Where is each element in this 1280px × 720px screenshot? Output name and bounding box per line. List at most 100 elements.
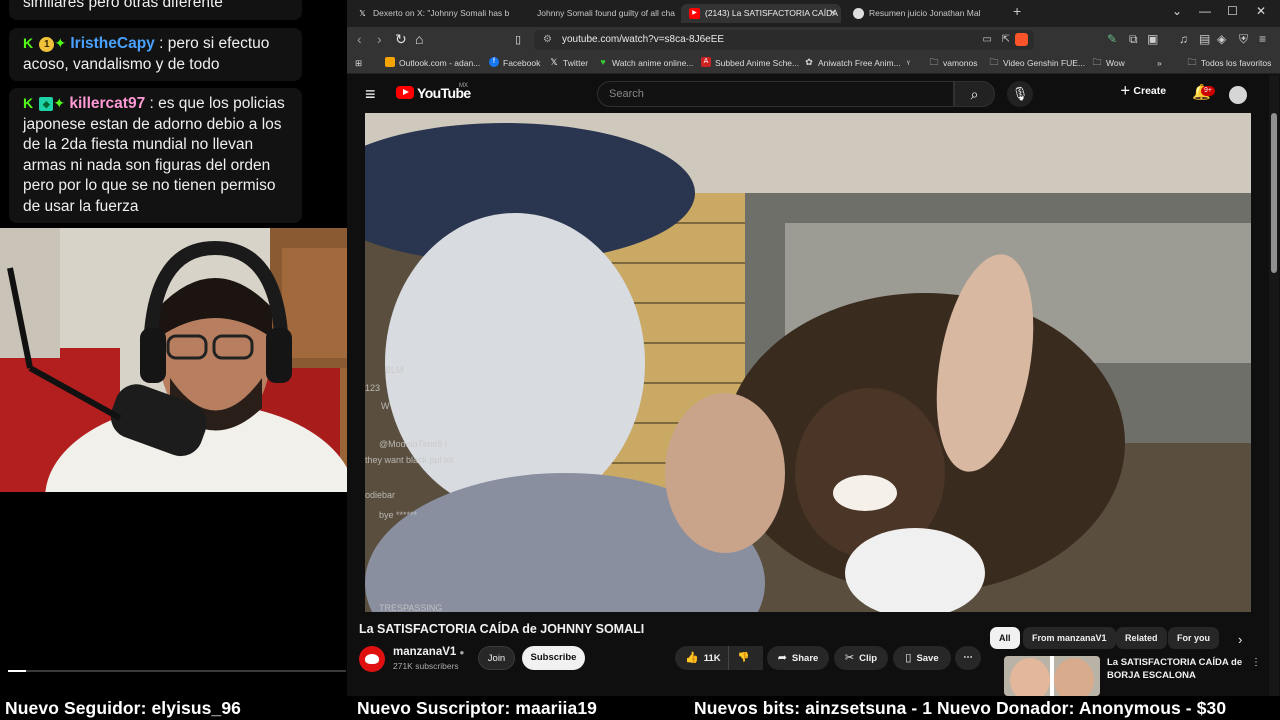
spark-badge-icon: ✦	[53, 95, 66, 111]
bookmark-facebook[interactable]: f Facebook	[489, 56, 540, 70]
create-button[interactable]: ＋ Create	[1120, 83, 1166, 98]
address-bar-row: ‹ › ↻ ⌂ ▯ ⚙ youtube.com/watch?v=s8ca-8J6…	[347, 27, 1280, 53]
bookmark-folder-genshin[interactable]: 🗀 Video Genshin FUE...	[989, 56, 1085, 70]
overlay-chat-line: bye ******	[379, 510, 418, 520]
back-icon[interactable]: ‹	[357, 31, 362, 47]
brave-shield-icon[interactable]	[1015, 33, 1028, 46]
chip-for-you[interactable]: For you	[1168, 627, 1219, 649]
forward-icon[interactable]: ›	[377, 31, 382, 47]
channel-avatar[interactable]	[359, 646, 385, 672]
related-video-title[interactable]: La SATISFACTORIA CAÍDA de BORJA ESCALONA	[1107, 656, 1247, 682]
kick-badge-icon: K	[23, 95, 34, 111]
scrollbar-thumb[interactable]	[1271, 113, 1277, 273]
more-vert-icon[interactable]: ⋮	[1251, 657, 1261, 668]
url-field[interactable]: ⚙ youtube.com/watch?v=s8ca-8J6eEE ▭ ⇱	[534, 30, 1034, 50]
aniwatch-icon: ✿	[805, 57, 813, 67]
more-actions-icon[interactable]: ⋯	[955, 646, 981, 670]
share-icon: ➦	[777, 652, 787, 664]
overlay-chat-line: they want black ppl lol	[365, 455, 453, 465]
screen: similares pero otras diferente K 1 ✦ Iris…	[0, 0, 1280, 720]
search-icon[interactable]: ⌕	[954, 81, 995, 107]
maximize-icon[interactable]: ☐	[1227, 4, 1238, 18]
bookmark-twitter[interactable]: 𝕏 Twitter	[549, 56, 588, 70]
overlay-chat-line: TRESPASSING	[379, 603, 442, 612]
chip-all[interactable]: All	[990, 627, 1020, 649]
vpn-icon[interactable]: ⛨	[1239, 32, 1248, 47]
chat-message-text: : es que los policias japonese estan de …	[23, 95, 285, 215]
ticker-new-donor: Nuevo Donador: Anonymous - $30	[937, 698, 1227, 718]
more-bookmarks-icon[interactable]: »	[1157, 56, 1162, 70]
anime-schedule-icon: A	[701, 57, 711, 67]
globe-icon	[853, 8, 864, 19]
bookmark-folder-wow[interactable]: 🗀 Wow	[1092, 56, 1124, 70]
thumbs-up-icon: 👍	[685, 652, 699, 664]
spark-badge-icon: ✦	[54, 35, 67, 51]
bookmark-outlook[interactable]: Outlook.com - adan...	[385, 56, 480, 70]
chip-related[interactable]: Related	[1116, 627, 1167, 649]
thumbs-down-icon: 👎	[737, 652, 750, 663]
bookmark-folder-vamonos[interactable]: 🗀 vamonos	[929, 56, 977, 70]
bookmark-subbed-anime[interactable]: A Subbed Anime Sche...	[701, 56, 799, 70]
media-icon[interactable]: ♫	[1179, 32, 1188, 46]
bookmark-misc-icon[interactable]: ᵞ	[907, 56, 910, 70]
heart-icon: ♥	[600, 57, 606, 67]
stream-overlay-bottom	[0, 492, 347, 696]
all-bookmarks[interactable]: 🗀 Todos los favoritos	[1187, 56, 1271, 70]
chat-username[interactable]: killercat97	[69, 95, 145, 112]
channel-name[interactable]: manzanaV1 ●	[393, 646, 464, 658]
extension-leaf-icon[interactable]: ✎	[1107, 32, 1117, 46]
gem-badge-icon: ◆	[39, 97, 54, 111]
share-page-icon[interactable]: ⇱	[1002, 30, 1010, 50]
close-tab-icon[interactable]: ✕	[829, 4, 837, 23]
search-input[interactable]: Search	[597, 81, 954, 107]
tab-youtube-active[interactable]: ▶ (2143) La SATISFACTORIA CAÍDA ✕	[681, 4, 841, 23]
kick-badge-icon: K	[23, 35, 34, 51]
region-code: MX	[459, 83, 468, 89]
account-avatar[interactable]	[1229, 86, 1247, 104]
chevron-right-icon[interactable]: ›	[1238, 632, 1242, 647]
tab-johnny-somali-news[interactable]: Johnny Somali found guilty of all cha	[513, 4, 681, 23]
rewards-icon[interactable]: ◈	[1217, 32, 1226, 46]
ticker-new-bits: Nuevos bits: ainzsetsuna - 1	[694, 698, 933, 718]
overlay-chat-line: odiebar	[365, 490, 395, 500]
subscribe-button[interactable]: Subscribe	[522, 646, 585, 670]
related-video-thumbnail[interactable]	[1004, 656, 1100, 696]
site-info-icon: ⚙	[543, 34, 552, 45]
save-button[interactable]: ▯ Save	[893, 646, 951, 670]
reload-icon[interactable]: ↻	[395, 31, 407, 48]
tab-search-icon[interactable]: ⌄	[1172, 4, 1182, 18]
ticker-new-subscriber: Nuevo Suscriptor: maariia19	[357, 698, 598, 718]
install-app-icon[interactable]: ▭	[983, 30, 992, 50]
extensions-icon[interactable]: ⧉	[1129, 32, 1138, 47]
chip-from-channel[interactable]: From manzanaV1	[1023, 627, 1116, 649]
guide-menu-icon[interactable]: ≡	[365, 84, 376, 105]
bookmark-watch-anime[interactable]: ♥ Watch anime online...	[598, 56, 693, 70]
bookmark-page-icon[interactable]: ▯	[515, 33, 521, 46]
x-icon: 𝕏	[359, 9, 366, 18]
dislike-button[interactable]: 👎	[728, 646, 758, 670]
outlook-icon	[385, 57, 395, 67]
webcam-feed	[0, 228, 356, 492]
tab-resumen-juicio[interactable]: Resumen juicio Jonathan Mal	[845, 4, 1005, 23]
clip-button[interactable]: ✂ Clip	[834, 646, 888, 670]
scissors-icon: ✂	[844, 652, 855, 664]
join-button[interactable]: Join	[478, 646, 515, 670]
video-player[interactable]: BLM 123 W @ModeloTime8 i they want black…	[365, 113, 1251, 612]
close-window-icon[interactable]: ✕	[1256, 4, 1266, 18]
youtube-logo-icon[interactable]	[396, 86, 414, 99]
home-icon[interactable]: ⌂	[415, 31, 423, 47]
chat-username[interactable]: IristheCapy	[70, 35, 154, 52]
menu-icon[interactable]: ≡	[1259, 32, 1266, 46]
tab-dexerto[interactable]: 𝕏 Dexerto on X: "Johnny Somali has be	[349, 4, 509, 23]
subscriber-count: 271K subscribers	[393, 661, 459, 671]
new-tab-icon[interactable]: +	[1013, 3, 1021, 19]
minimize-icon[interactable]: —	[1199, 4, 1211, 18]
share-button[interactable]: ➦ Share	[767, 646, 829, 670]
wallet-icon[interactable]: ▤	[1199, 32, 1210, 46]
sidebar-icon[interactable]: ▣	[1147, 32, 1158, 46]
microphone-icon[interactable]: 🎙	[1007, 81, 1033, 107]
bookmark-aniwatch[interactable]: ✿ Aniwatch Free Anim...	[804, 56, 900, 70]
browser-window: 𝕏 Dexerto on X: "Johnny Somali has be Jo…	[347, 0, 1280, 696]
apps-icon[interactable]: ⊞	[355, 56, 362, 70]
video-frame: BLM 123 W @ModeloTime8 i they want black…	[365, 113, 1251, 612]
